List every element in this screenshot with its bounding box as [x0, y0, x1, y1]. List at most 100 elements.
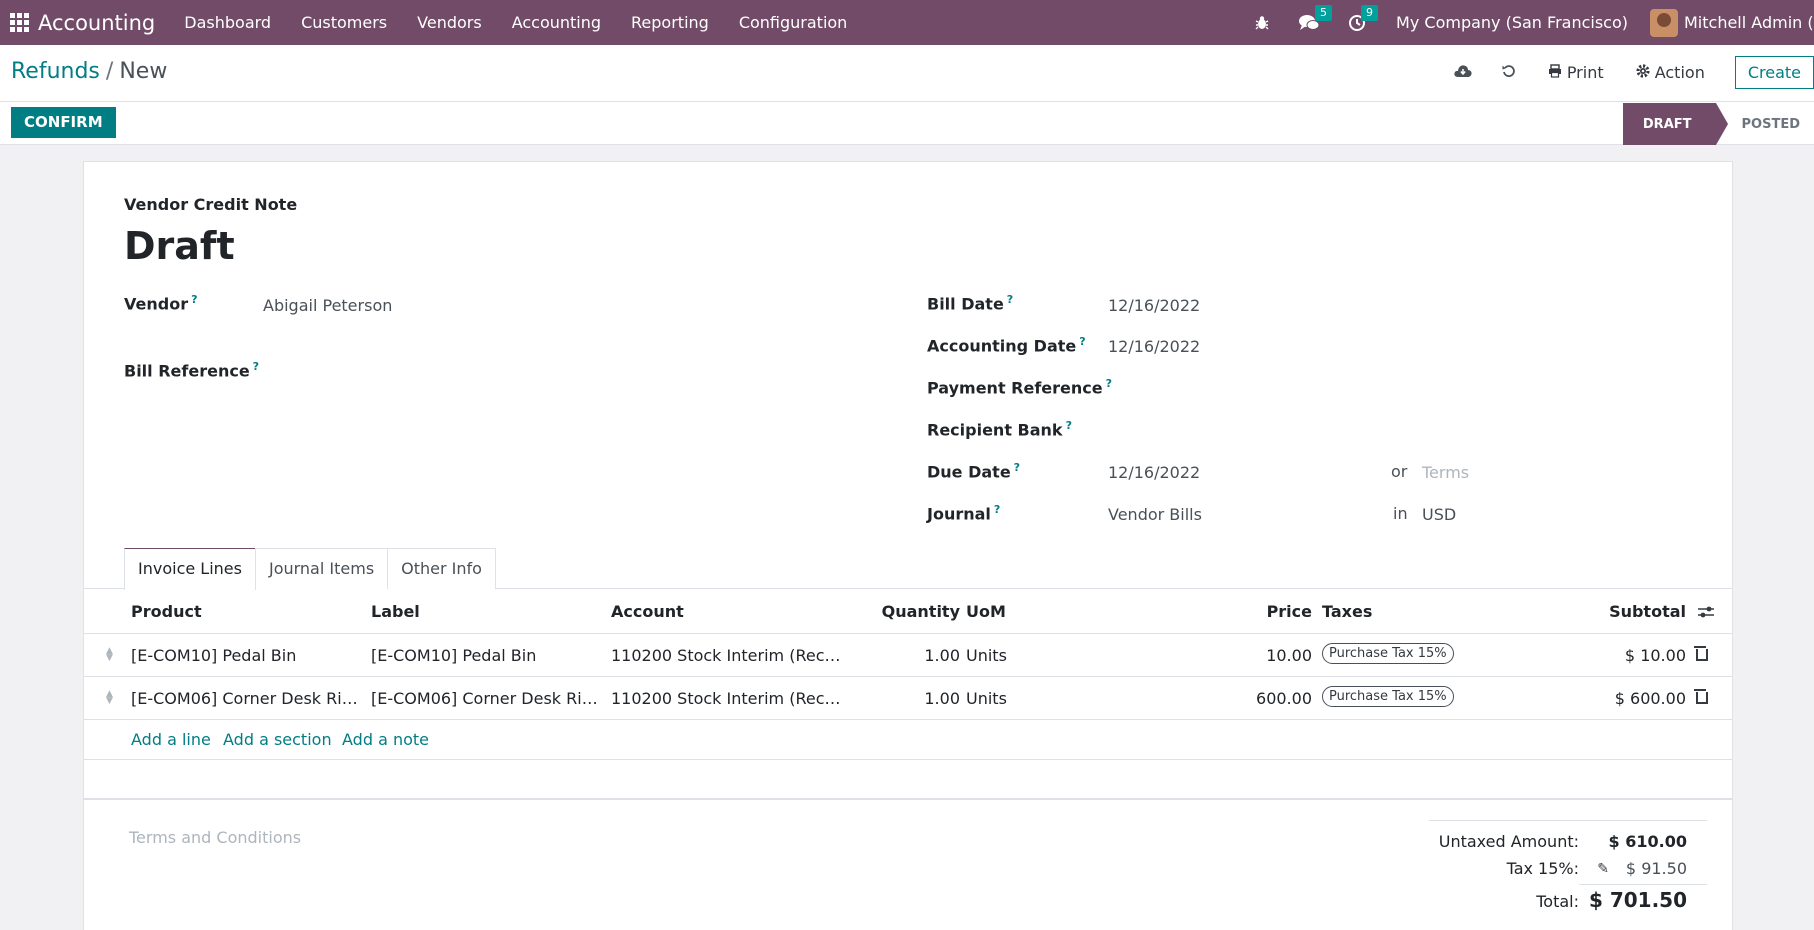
table-row[interactable]: ▲ ▼ [E-COM06] Corner Desk Righ… [E-COM06]…	[84, 677, 1732, 720]
in-label: in	[1393, 504, 1408, 523]
cell-label[interactable]: [E-COM06] Corner Desk Righ…	[371, 689, 601, 708]
tax-label: Tax 15%:	[1506, 859, 1579, 878]
cell-price[interactable]: 600.00	[1256, 689, 1312, 708]
bill-date-field[interactable]: 12/16/2022	[1108, 296, 1200, 315]
column-subtotal[interactable]: Subtotal	[1609, 602, 1686, 621]
pencil-edit-icon[interactable]: ✎	[1597, 861, 1609, 877]
column-taxes[interactable]: Taxes	[1322, 602, 1372, 621]
add-section-link[interactable]: Add a section	[223, 730, 332, 749]
column-uom[interactable]: UoM	[966, 602, 1006, 621]
accounting-date-field[interactable]: 12/16/2022	[1108, 337, 1200, 356]
menu-customers[interactable]: Customers	[286, 13, 402, 32]
tax-row: Tax 15%: ✎ $ 91.50	[1429, 855, 1707, 882]
cell-account[interactable]: 110200 Stock Interim (Receiv…	[611, 646, 847, 665]
print-label: Print	[1566, 62, 1604, 82]
trash-icon[interactable]	[1694, 688, 1708, 704]
payment-terms-field[interactable]: Terms	[1422, 463, 1469, 482]
cell-quantity[interactable]: 1.00	[924, 689, 960, 708]
messages-badge: 5	[1315, 5, 1333, 21]
cell-subtotal: $ 10.00	[1624, 646, 1686, 665]
cell-quantity[interactable]: 1.00	[924, 646, 960, 665]
help-icon[interactable]: ?	[1007, 293, 1013, 306]
help-icon[interactable]: ?	[1079, 335, 1085, 348]
help-icon[interactable]: ?	[1066, 419, 1072, 432]
tax-badge[interactable]: Purchase Tax 15%	[1322, 643, 1454, 664]
help-icon[interactable]: ?	[253, 360, 259, 373]
breadcrumb: Refunds / New	[11, 59, 167, 84]
confirm-button[interactable]: CONFIRM	[11, 107, 116, 138]
avatar[interactable]	[1650, 8, 1678, 37]
menu-configuration[interactable]: Configuration	[724, 13, 863, 32]
page-title: Draft	[124, 224, 235, 268]
tab-other-info[interactable]: Other Info	[387, 548, 496, 589]
recipient-bank-field[interactable]	[1108, 419, 1668, 441]
bill-reference-field[interactable]	[263, 360, 763, 382]
currency-field[interactable]: USD	[1422, 505, 1456, 524]
or-label: or	[1391, 462, 1408, 481]
print-button[interactable]: Print	[1532, 63, 1620, 82]
company-switcher[interactable]: My Company (San Francisco)	[1380, 13, 1640, 32]
stage-posted[interactable]: POSTED	[1716, 103, 1814, 145]
trash-icon[interactable]	[1694, 645, 1708, 661]
terms-and-conditions-field[interactable]: Terms and Conditions	[129, 828, 301, 847]
column-label[interactable]: Label	[371, 602, 420, 621]
action-button[interactable]: Action	[1620, 63, 1721, 82]
cell-label[interactable]: [E-COM10] Pedal Bin	[371, 646, 601, 665]
debug-bug-icon[interactable]	[1240, 0, 1284, 45]
breadcrumb-current: New	[119, 59, 168, 84]
user-menu[interactable]: Mitchell Admin (F	[1684, 13, 1814, 32]
add-lines-row: Add a line Add a section Add a note	[84, 718, 1732, 760]
create-button[interactable]: Create	[1734, 55, 1814, 89]
document-type: Vendor Credit Note	[124, 195, 298, 214]
menu-accounting[interactable]: Accounting	[497, 13, 616, 32]
breadcrumb-refunds[interactable]: Refunds	[11, 59, 100, 84]
cell-account[interactable]: 110200 Stock Interim (Receiv…	[611, 689, 847, 708]
cell-product[interactable]: [E-COM06] Corner Desk Righ…	[131, 689, 359, 708]
untaxed-amount-row: Untaxed Amount: $ 610.00	[1429, 828, 1707, 855]
messages-icon[interactable]: 5	[1284, 0, 1334, 45]
stage-draft[interactable]: DRAFT	[1622, 103, 1728, 145]
cell-uom[interactable]: Units	[966, 689, 1007, 708]
activities-clock-icon[interactable]: 9	[1334, 0, 1380, 45]
total-label: Total:	[1536, 892, 1579, 911]
column-product[interactable]: Product	[131, 602, 202, 621]
accounting-date-label: Accounting Date?	[927, 335, 1086, 356]
bill-date-label: Bill Date?	[927, 293, 1014, 314]
activities-badge: 9	[1361, 5, 1379, 21]
cell-price[interactable]: 10.00	[1266, 646, 1312, 665]
untaxed-amount-value: $ 610.00	[1608, 832, 1687, 851]
help-icon[interactable]: ?	[1014, 461, 1020, 474]
add-note-link[interactable]: Add a note	[342, 730, 429, 749]
optional-columns-icon[interactable]	[1698, 604, 1714, 623]
printer-icon	[1548, 63, 1561, 78]
app-name[interactable]: Accounting	[38, 11, 169, 35]
tab-invoice-lines[interactable]: Invoice Lines	[124, 548, 256, 590]
cell-uom[interactable]: Units	[966, 646, 1007, 665]
column-price[interactable]: Price	[1267, 602, 1312, 621]
discard-undo-icon[interactable]	[1486, 63, 1532, 82]
tax-badge[interactable]: Purchase Tax 15%	[1322, 686, 1454, 707]
tab-journal-items[interactable]: Journal Items	[254, 548, 389, 589]
column-account[interactable]: Account	[611, 602, 684, 621]
menu-reporting[interactable]: Reporting	[616, 13, 724, 32]
due-date-field[interactable]: 12/16/2022	[1108, 463, 1200, 482]
untaxed-amount-label: Untaxed Amount:	[1438, 832, 1579, 851]
payment-reference-field[interactable]	[1108, 377, 1668, 399]
column-quantity[interactable]: Quantity	[882, 602, 960, 621]
add-line-link[interactable]: Add a line	[131, 730, 211, 749]
drag-handle-icon[interactable]: ▲ ▼	[106, 690, 116, 706]
menu-vendors[interactable]: Vendors	[402, 13, 497, 32]
save-cloud-icon[interactable]	[1440, 63, 1486, 82]
journal-label: Journal?	[927, 503, 1001, 524]
help-icon[interactable]: ?	[994, 503, 1000, 516]
help-icon[interactable]: ?	[191, 293, 197, 306]
main-menu: Dashboard Customers Vendors Accounting R…	[169, 13, 862, 32]
menu-dashboard[interactable]: Dashboard	[169, 13, 286, 32]
journal-field[interactable]: Vendor Bills	[1108, 505, 1202, 524]
cell-product[interactable]: [E-COM10] Pedal Bin	[131, 646, 359, 665]
drag-handle-icon[interactable]: ▲ ▼	[106, 647, 116, 663]
apps-menu-icon[interactable]	[0, 0, 38, 45]
vendor-field[interactable]: Abigail Peterson	[263, 296, 392, 315]
table-row[interactable]: ▲ ▼ [E-COM10] Pedal Bin [E-COM10] Pedal B…	[84, 634, 1732, 677]
table-header: Product Label Account Quantity UoM Price…	[84, 590, 1732, 634]
